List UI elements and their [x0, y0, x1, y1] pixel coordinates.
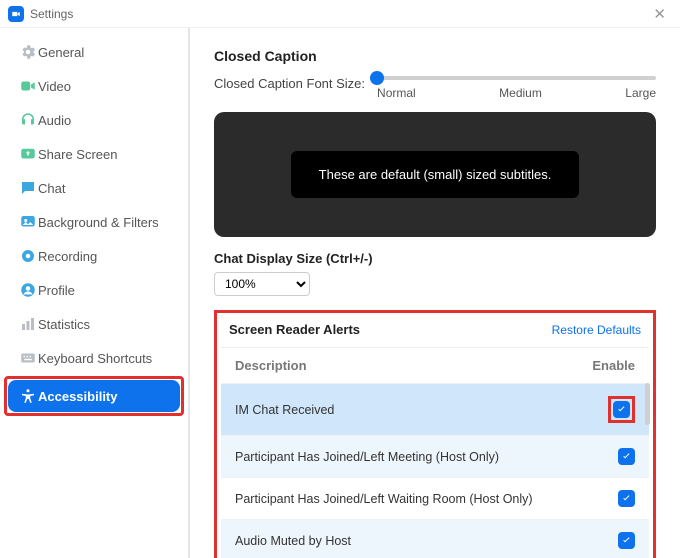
sidebar-item-label: Keyboard Shortcuts — [38, 351, 152, 366]
enable-checkbox[interactable] — [618, 490, 635, 507]
sidebar-item-profile[interactable]: Profile — [8, 274, 180, 306]
share-screen-icon — [18, 144, 38, 164]
chat-icon — [18, 178, 38, 198]
sidebar-item-label: Chat — [38, 181, 65, 196]
sidebar-item-share-screen[interactable]: Share Screen — [8, 138, 180, 170]
alerts-table: Description Enable IM Chat Received — [221, 347, 649, 558]
video-icon — [18, 76, 38, 96]
alert-description: Audio Muted by Host — [235, 534, 351, 548]
sidebar-item-label: Background & Filters — [38, 215, 159, 230]
alert-row[interactable]: Participant Has Joined/Left Waiting Room… — [221, 477, 649, 519]
alert-description: Participant Has Joined/Left Meeting (Hos… — [235, 450, 499, 464]
sidebar-item-label: Audio — [38, 113, 71, 128]
alert-row[interactable]: Participant Has Joined/Left Meeting (Hos… — [221, 435, 649, 477]
chat-display-select[interactable]: 100% — [214, 272, 310, 296]
titlebar: Settings ✕ — [0, 0, 680, 28]
restore-defaults-link[interactable]: Restore Defaults — [552, 323, 641, 337]
font-size-label: Closed Caption Font Size: — [214, 74, 365, 91]
scrollbar-thumb[interactable] — [645, 383, 650, 425]
sidebar-item-audio[interactable]: Audio — [8, 104, 180, 136]
sidebar-accessibility-highlight: Accessibility — [4, 376, 184, 416]
sidebar-item-keyboard-shortcuts[interactable]: Keyboard Shortcuts — [8, 342, 180, 374]
enable-checkbox[interactable] — [613, 401, 630, 418]
alerts-title: Screen Reader Alerts — [229, 322, 360, 337]
sidebar-item-accessibility[interactable]: Accessibility — [8, 380, 180, 412]
sidebar-item-label: Recording — [38, 249, 97, 264]
alert-description: Participant Has Joined/Left Waiting Room… — [235, 492, 533, 506]
sidebar: General Video Audio Share Screen Chat Ba… — [0, 28, 190, 558]
col-enable: Enable — [592, 358, 635, 373]
profile-icon — [18, 280, 38, 300]
content-pane: Closed Caption Closed Caption Font Size:… — [190, 28, 680, 558]
slider-option-large: Large — [625, 86, 656, 100]
alert-description: IM Chat Received — [235, 403, 334, 417]
sidebar-item-label: Profile — [38, 283, 75, 298]
enable-checkbox[interactable] — [618, 448, 635, 465]
sidebar-item-label: Statistics — [38, 317, 90, 332]
sidebar-item-label: Accessibility — [38, 389, 118, 404]
gear-icon — [18, 42, 38, 62]
enable-checkbox[interactable] — [618, 532, 635, 549]
window-title: Settings — [30, 7, 73, 21]
chat-display-title: Chat Display Size (Ctrl+/-) — [214, 251, 656, 266]
sidebar-item-label: Video — [38, 79, 71, 94]
sidebar-item-background-filters[interactable]: Background & Filters — [8, 206, 180, 238]
accessibility-icon — [18, 386, 38, 406]
sidebar-item-label: General — [38, 45, 84, 60]
closed-caption-title: Closed Caption — [214, 48, 656, 64]
sidebar-item-video[interactable]: Video — [8, 70, 180, 102]
checkbox-highlight — [608, 396, 635, 423]
statistics-icon — [18, 314, 38, 334]
col-description: Description — [235, 358, 307, 373]
slider-option-medium: Medium — [499, 86, 542, 100]
slider-thumb[interactable] — [370, 71, 384, 85]
app-icon — [8, 6, 24, 22]
slider-option-normal: Normal — [377, 86, 416, 100]
sidebar-item-general[interactable]: General — [8, 36, 180, 68]
sidebar-item-recording[interactable]: Recording — [8, 240, 180, 272]
caption-preview: These are default (small) sized subtitle… — [214, 112, 656, 237]
keyboard-icon — [18, 348, 38, 368]
sidebar-item-chat[interactable]: Chat — [8, 172, 180, 204]
alert-row[interactable]: IM Chat Received — [221, 383, 649, 435]
recording-icon — [18, 246, 38, 266]
headphones-icon — [18, 110, 38, 130]
sidebar-item-statistics[interactable]: Statistics — [8, 308, 180, 340]
background-icon — [18, 212, 38, 232]
alert-row[interactable]: Audio Muted by Host — [221, 519, 649, 558]
subtitle-sample: These are default (small) sized subtitle… — [291, 151, 580, 198]
sidebar-item-label: Share Screen — [38, 147, 118, 162]
screen-reader-alerts-highlight: Screen Reader Alerts Restore Defaults De… — [214, 310, 656, 558]
close-button[interactable]: ✕ — [647, 3, 672, 25]
font-size-slider[interactable]: Normal Medium Large — [377, 74, 656, 100]
